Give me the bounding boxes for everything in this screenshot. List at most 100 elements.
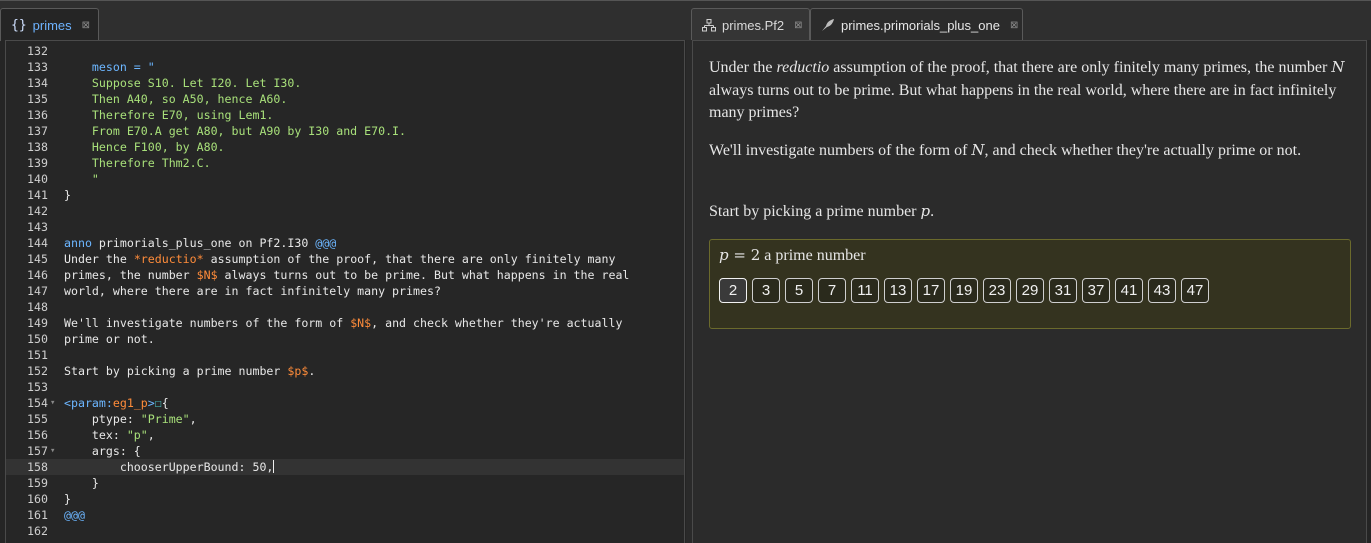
code-line[interactable]: 132 <box>6 43 684 59</box>
code-line[interactable]: 150 prime or not. <box>6 331 684 347</box>
code-text: anno primorials_plus_one on Pf2.I30 @@@ <box>64 236 337 250</box>
code-text: Then A40, so A50, hence A60. <box>64 92 288 106</box>
code-line[interactable]: 136 Therefore E70, using Lem1. <box>6 107 684 123</box>
code-line[interactable]: 149 We'll investigate numbers of the form… <box>6 315 684 331</box>
paragraph-reductio: Under the reductio assumption of the pro… <box>709 58 1345 121</box>
code-line[interactable]: 137 From E70.A get A80, but A90 by I30 a… <box>6 123 684 139</box>
braces-icon: {} <box>11 17 27 33</box>
line-number: 154 <box>27 396 48 410</box>
prime-choice-button[interactable]: 11 <box>851 278 879 303</box>
code-line[interactable]: 142 <box>6 203 684 219</box>
prime-choice-button[interactable]: 17 <box>917 278 945 303</box>
tab-label: primes <box>32 17 72 33</box>
view-tab-bar: primes.Pf2 ⊠ primes.primorials_plus_one … <box>690 0 1371 41</box>
tab-primes[interactable]: {} primes ⊠ <box>0 8 99 41</box>
prime-choice-button[interactable]: 5 <box>785 278 813 303</box>
prime-choice-button[interactable]: 2 <box>719 278 747 303</box>
code-text: primes, the number $N$ always turns out … <box>64 268 630 282</box>
line-number: 136 <box>27 108 48 122</box>
code-line[interactable]: 144 anno primorials_plus_one on Pf2.I30 @… <box>6 235 684 251</box>
code-line[interactable]: 153 <box>6 379 684 395</box>
line-number: 132 <box>27 44 48 58</box>
code-line[interactable]: 143 <box>6 219 684 235</box>
prime-choice-button[interactable]: 43 <box>1148 278 1176 303</box>
code-line[interactable]: 152 Start by picking a prime number $p$. <box>6 363 684 379</box>
prime-choice-button[interactable]: 37 <box>1082 278 1110 303</box>
code-line[interactable]: 160} <box>6 491 684 507</box>
line-number: 140 <box>27 172 48 186</box>
code-text: Start by picking a prime number $p$. <box>64 364 316 378</box>
line-number: 138 <box>27 140 48 154</box>
prime-choice-button[interactable]: 13 <box>884 278 912 303</box>
code-line[interactable]: 158 chooserUpperBound: 50, <box>6 459 684 475</box>
line-number: 133 <box>27 60 48 74</box>
code-line[interactable]: 151 <box>6 347 684 363</box>
code-line[interactable]: 139 Therefore Thm2.C. <box>6 155 684 171</box>
line-number: 162 <box>27 524 48 538</box>
code-line[interactable]: 148 <box>6 299 684 315</box>
paragraph-investigate: We'll investigate numbers of the form of… <box>709 141 1302 159</box>
line-number: 142 <box>27 204 48 218</box>
code-text: prime or not. <box>64 332 155 346</box>
close-icon[interactable]: ⊠ <box>794 20 802 31</box>
prime-choice-button[interactable]: 7 <box>818 278 846 303</box>
code-line[interactable]: 133 meson = " <box>6 59 684 75</box>
close-icon[interactable]: ⊠ <box>82 20 90 31</box>
line-number: 147 <box>27 284 48 298</box>
quill-icon <box>821 18 835 32</box>
line-number: 159 <box>27 476 48 490</box>
line-number: 155 <box>27 412 48 426</box>
code-line[interactable]: 159 } <box>6 475 684 491</box>
editor-tab-bar: {} primes ⊠ <box>0 0 690 41</box>
fold-arrow-icon[interactable]: ▾ <box>50 395 55 411</box>
code-line[interactable]: 157 ▾ args: { <box>6 443 684 459</box>
line-number: 150 <box>27 332 48 346</box>
code-editor[interactable]: 132 133 meson = " 134 Suppose S10. Let I20… <box>5 40 685 543</box>
code-text: } <box>64 476 99 490</box>
code-text: Therefore E70, using Lem1. <box>64 108 274 122</box>
code-line[interactable]: 138 Hence F100, by A80. <box>6 139 684 155</box>
prime-choice-button[interactable]: 31 <box>1049 278 1077 303</box>
line-number: 137 <box>27 124 48 138</box>
line-number: 152 <box>27 364 48 378</box>
code-text: meson = " <box>64 60 155 74</box>
prime-choice-button[interactable]: 3 <box>752 278 780 303</box>
code-line[interactable]: 155 ptype: "Prime", <box>6 411 684 427</box>
code-line[interactable]: 141} <box>6 187 684 203</box>
code-line[interactable]: 162 <box>6 523 684 539</box>
code-line[interactable]: 145 Under the *reductio* assumption of th… <box>6 251 684 267</box>
code-line[interactable]: 146 primes, the number $N$ always turns o… <box>6 267 684 283</box>
close-icon[interactable]: ⊠ <box>1010 20 1018 31</box>
line-number: 144 <box>27 236 48 250</box>
code-line[interactable]: 156 tex: "p", <box>6 427 684 443</box>
code-text: From E70.A get A80, but A90 by I30 and E… <box>64 124 407 138</box>
rendered-view: Under the reductio assumption of the pro… <box>692 40 1367 543</box>
fold-arrow-icon[interactable]: ▾ <box>50 443 55 459</box>
code-text: <param:eg1_p>☐{ <box>64 396 169 410</box>
code-text: Suppose S10. Let I20. Let I30. <box>64 76 302 90</box>
line-number: 161 <box>27 508 48 522</box>
line-number: 139 <box>27 156 48 170</box>
code-line[interactable]: 134 Suppose S10. Let I20. Let I30. <box>6 75 684 91</box>
chooser-label: p = 2 a prime number <box>719 246 866 265</box>
prime-choice-button[interactable]: 19 <box>950 278 978 303</box>
tab-primes-primorials-plus-one[interactable]: primes.primorials_plus_one ⊠ <box>810 8 1023 41</box>
prime-choice-button[interactable]: 41 <box>1115 278 1143 303</box>
line-number: 145 <box>27 252 48 266</box>
code-line[interactable]: 135 Then A40, so A50, hence A60. <box>6 91 684 107</box>
text-cursor <box>273 460 275 473</box>
code-line[interactable]: 161 @@@ <box>6 507 684 523</box>
code-line[interactable]: 140 " <box>6 171 684 187</box>
tab-primes-pf2[interactable]: primes.Pf2 ⊠ <box>691 8 810 41</box>
line-number: 135 <box>27 92 48 106</box>
code-text: } <box>64 188 71 202</box>
prime-choice-button[interactable]: 29 <box>1016 278 1044 303</box>
code-text: @@@ <box>64 508 85 522</box>
code-line[interactable]: 147 world, where there are in fact infini… <box>6 283 684 299</box>
prime-choice-button[interactable]: 47 <box>1181 278 1209 303</box>
line-number: 157 <box>27 444 48 458</box>
paragraph-start: Start by picking a prime number p. <box>709 202 935 220</box>
prime-choice-button[interactable]: 23 <box>983 278 1011 303</box>
code-line[interactable]: 154 ▾ <param:eg1_p>☐{ <box>6 395 684 411</box>
line-number: 141 <box>27 188 48 202</box>
